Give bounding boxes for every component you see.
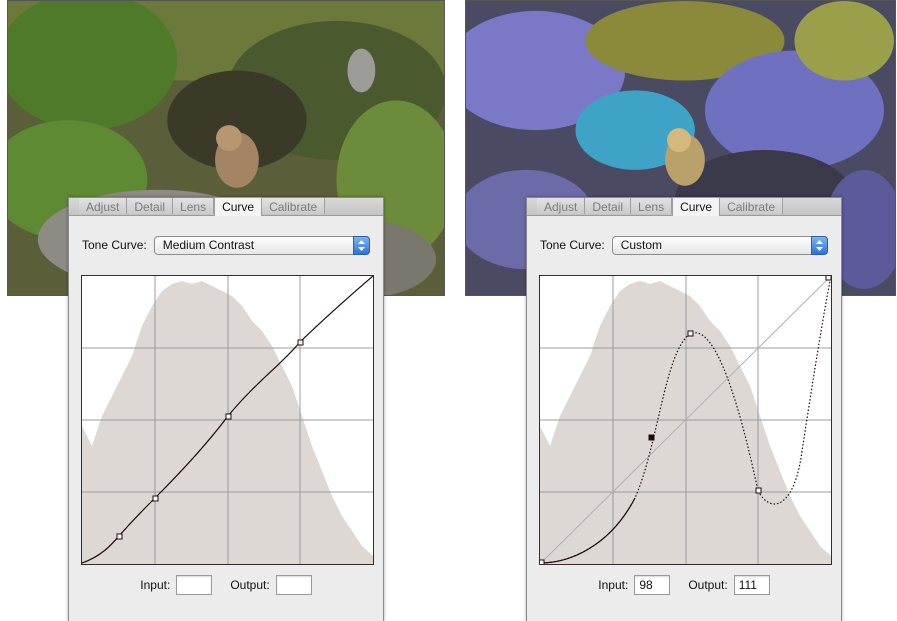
tone-curve-value: Medium Contrast — [162, 237, 255, 252]
tone-curve-label: Tone Curve: — [82, 238, 147, 252]
square-handle-icon[interactable] — [825, 276, 831, 281]
tab-bar: Adjust Detail Lens Curve Calibrate — [69, 197, 383, 216]
up-down-arrows-icon — [353, 235, 370, 255]
up-down-arrows-icon — [811, 235, 828, 255]
tab-detail[interactable]: Detail — [127, 198, 174, 214]
tone-curve-select[interactable]: Medium Contrast — [153, 235, 370, 255]
tab-adjust[interactable]: Adjust — [79, 198, 128, 214]
tab-lens[interactable]: Lens — [173, 198, 215, 214]
tab-calibrate[interactable]: Calibrate — [720, 198, 784, 214]
output-label: Output: — [688, 578, 728, 592]
tone-curve-select[interactable]: Custom — [611, 235, 828, 255]
tab-curve[interactable]: Curve — [672, 197, 721, 216]
tone-curve-label: Tone Curve: — [540, 238, 605, 252]
square-handle-icon[interactable] — [755, 487, 762, 494]
tab-curve[interactable]: Curve — [214, 197, 263, 216]
input-label: Input: — [140, 578, 171, 592]
square-handle-icon-selected[interactable] — [648, 434, 655, 441]
input-field[interactable]: 98 — [634, 575, 671, 595]
output-field[interactable]: 111 — [733, 575, 770, 595]
square-handle-icon[interactable] — [116, 533, 123, 540]
tone-curve-graph[interactable] — [81, 275, 374, 565]
tab-detail[interactable]: Detail — [585, 198, 632, 214]
tone-curve-graph[interactable] — [539, 275, 832, 565]
output-field[interactable] — [275, 575, 312, 595]
square-handle-icon[interactable] — [225, 413, 232, 420]
tone-curve-value: Custom — [620, 237, 663, 252]
tone-curve-canvas[interactable] — [540, 276, 831, 564]
curve-panel-left: Adjust Detail Lens Curve Calibrate Tone … — [68, 197, 384, 621]
input-field[interactable] — [176, 575, 213, 595]
tab-lens[interactable]: Lens — [631, 198, 673, 214]
curve-panel-right: Adjust Detail Lens Curve Calibrate Tone … — [526, 197, 842, 621]
square-handle-icon[interactable] — [687, 330, 694, 337]
square-handle-icon[interactable] — [152, 495, 159, 502]
square-handle-icon[interactable] — [297, 339, 304, 346]
tone-curve-canvas[interactable] — [82, 276, 373, 564]
tab-calibrate[interactable]: Calibrate — [262, 198, 326, 214]
tab-adjust[interactable]: Adjust — [537, 198, 586, 214]
square-handle-icon[interactable] — [540, 559, 545, 564]
output-label: Output: — [230, 578, 270, 592]
tab-bar: Adjust Detail Lens Curve Calibrate — [527, 197, 841, 216]
input-label: Input: — [598, 578, 629, 592]
